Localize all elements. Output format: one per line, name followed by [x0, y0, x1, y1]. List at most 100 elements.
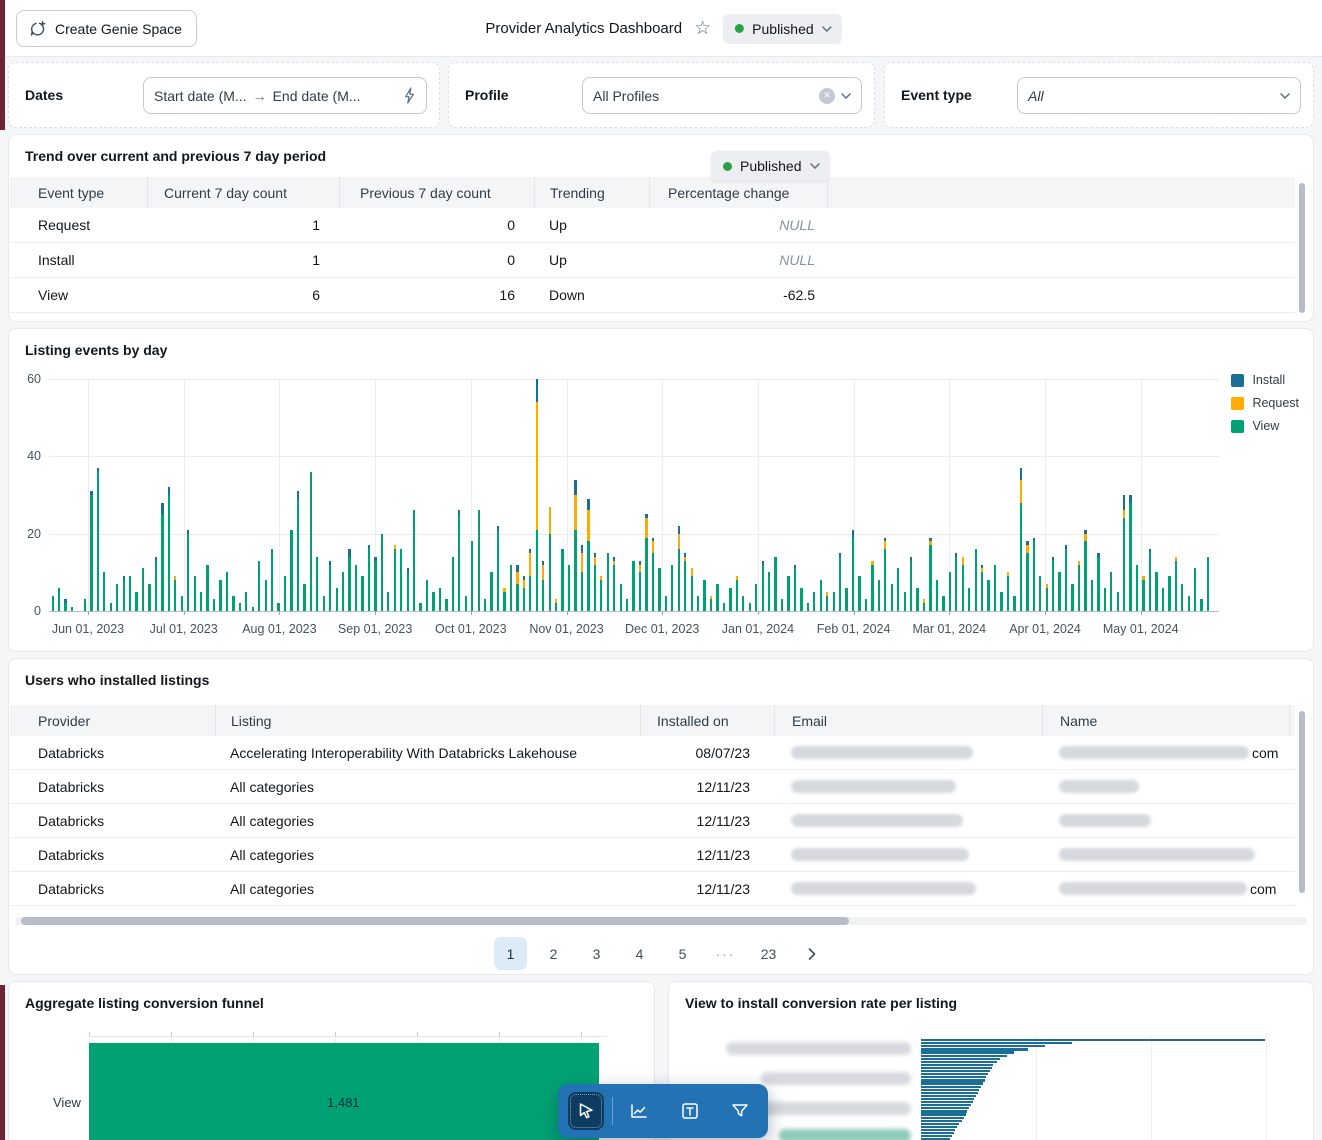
table-cell: View: [38, 287, 69, 303]
install-segment: [296, 491, 300, 499]
col-header[interactable]: Name: [1042, 705, 1289, 736]
stacked-bar: [826, 591, 829, 611]
view-segment: [703, 580, 706, 611]
request-segment: [645, 518, 648, 538]
x-axis-tick: [853, 611, 855, 615]
clear-selection-icon[interactable]: ✕: [819, 87, 835, 104]
stacked-bar: [535, 379, 538, 611]
col-header[interactable]: Previous 7 day count: [339, 177, 534, 208]
line-chart-tool[interactable]: [621, 1092, 657, 1130]
vertical-scrollbar[interactable]: [1299, 711, 1305, 893]
conversion-bar: [921, 1082, 983, 1085]
gridline: [49, 611, 1219, 612]
event-type-filter-label: Event type: [901, 87, 972, 103]
favorite-star-icon[interactable]: ☆: [694, 19, 711, 38]
view-segment: [1135, 564, 1139, 611]
legend-item[interactable]: Install: [1231, 373, 1299, 387]
view-segment: [471, 541, 474, 611]
col-header[interactable]: Event type: [10, 177, 147, 208]
view-segment: [935, 580, 939, 611]
top-header: Create Genie Space Provider Analytics Da…: [5, 0, 1322, 57]
view-segment: [225, 572, 229, 611]
stacked-bar: [445, 599, 448, 611]
listing-events-title: Listing events by day: [25, 342, 168, 358]
installed-on-cell: 08/07/23: [695, 744, 751, 761]
col-header[interactable]: Email: [774, 705, 1042, 736]
view-segment: [580, 572, 584, 611]
view-segment: [70, 607, 74, 611]
view-segment: [567, 564, 571, 611]
table-row: View 6 16 Down -62.5: [10, 278, 1295, 313]
col-header[interactable]: Current 7 day count: [147, 177, 339, 208]
col-header[interactable]: Trending: [534, 177, 649, 208]
event-type-selected-value: All: [1028, 87, 1044, 104]
stacked-bar: [1058, 572, 1061, 611]
stacked-bar: [554, 599, 558, 611]
conversion-bar: [921, 1091, 978, 1094]
col-header[interactable]: Provider: [10, 705, 215, 736]
table-cell: 1: [312, 252, 320, 268]
pagination-page-1[interactable]: 1: [494, 937, 527, 970]
date-range-input[interactable]: Start date (M... → End date (M...: [143, 77, 427, 114]
col-header[interactable]: Percentage change: [649, 177, 827, 208]
horizontal-scrollbar-thumb[interactable]: [21, 917, 849, 925]
pagination-page-5[interactable]: 5: [666, 937, 699, 970]
event-type-select[interactable]: All: [1017, 77, 1301, 114]
col-header[interactable]: Installed on: [640, 705, 774, 736]
publish-status-dropdown[interactable]: Published: [723, 13, 842, 44]
cursor-select-tool[interactable]: [568, 1092, 605, 1130]
pagination-page-4[interactable]: 4: [623, 937, 656, 970]
view-segment: [335, 587, 338, 611]
stacked-bar: [1097, 553, 1100, 611]
stacked-bar: [464, 595, 467, 611]
view-segment: [858, 576, 861, 611]
conversion-bar: [921, 1104, 971, 1107]
trend-publish-status-dropdown[interactable]: Published: [711, 151, 830, 181]
name-cell: com: [1042, 736, 1289, 769]
redacted-name: [1059, 882, 1247, 895]
legend-item[interactable]: View: [1231, 419, 1299, 433]
view-segment: [270, 549, 274, 611]
table-cell: [827, 243, 1295, 277]
stacked-bar: [1200, 599, 1203, 611]
pagination-page-2[interactable]: 2: [537, 937, 570, 970]
listing-cell: All categories: [230, 778, 315, 795]
view-segment: [57, 587, 61, 611]
view-segment: [554, 603, 558, 611]
filter-funnel-tool[interactable]: [722, 1092, 758, 1130]
funnel-bar-view[interactable]: [89, 1043, 599, 1140]
request-segment: [884, 541, 887, 550]
listing-events-chart[interactable]: 0 20 40 60 Jun 01, 2023 Jul 01, 2023 Aug 01, 2…: [27, 372, 1219, 636]
pagination-page-23[interactable]: 23: [752, 937, 785, 970]
view-segment: [619, 583, 622, 611]
pagination-next-button[interactable]: [795, 937, 828, 970]
install-segment: [1019, 467, 1023, 480]
stacked-bar: [251, 607, 254, 611]
stacked-bar: [406, 568, 409, 611]
request-segment: [580, 553, 584, 573]
install-segment: [516, 564, 519, 573]
redacted-name: [1059, 780, 1139, 793]
view-segment: [1026, 553, 1029, 611]
stacked-bar: [1135, 564, 1139, 611]
vertical-scrollbar[interactable]: [1299, 183, 1305, 313]
trend-table-header: Event type Current 7 day count Previous …: [10, 177, 1295, 208]
view-segment: [374, 560, 377, 611]
request-segment: [1026, 545, 1029, 553]
stacked-bar: [238, 603, 241, 611]
view-segment: [729, 587, 732, 611]
lightning-icon[interactable]: [403, 87, 416, 104]
profile-select[interactable]: All Profiles ✕: [582, 77, 862, 114]
stacked-bar: [1052, 556, 1055, 611]
create-genie-space-button[interactable]: Create Genie Space: [16, 10, 197, 47]
legend-item[interactable]: Request: [1231, 396, 1299, 410]
view-segment: [1013, 595, 1016, 611]
view-segment: [677, 549, 680, 611]
col-header[interactable]: Listing: [215, 705, 640, 736]
view-segment: [1052, 560, 1055, 611]
stacked-bar: [374, 556, 377, 611]
text-box-tool[interactable]: [671, 1092, 707, 1130]
view-segment: [193, 576, 196, 611]
pagination-page-3[interactable]: 3: [580, 937, 613, 970]
view-segment: [1206, 556, 1210, 611]
